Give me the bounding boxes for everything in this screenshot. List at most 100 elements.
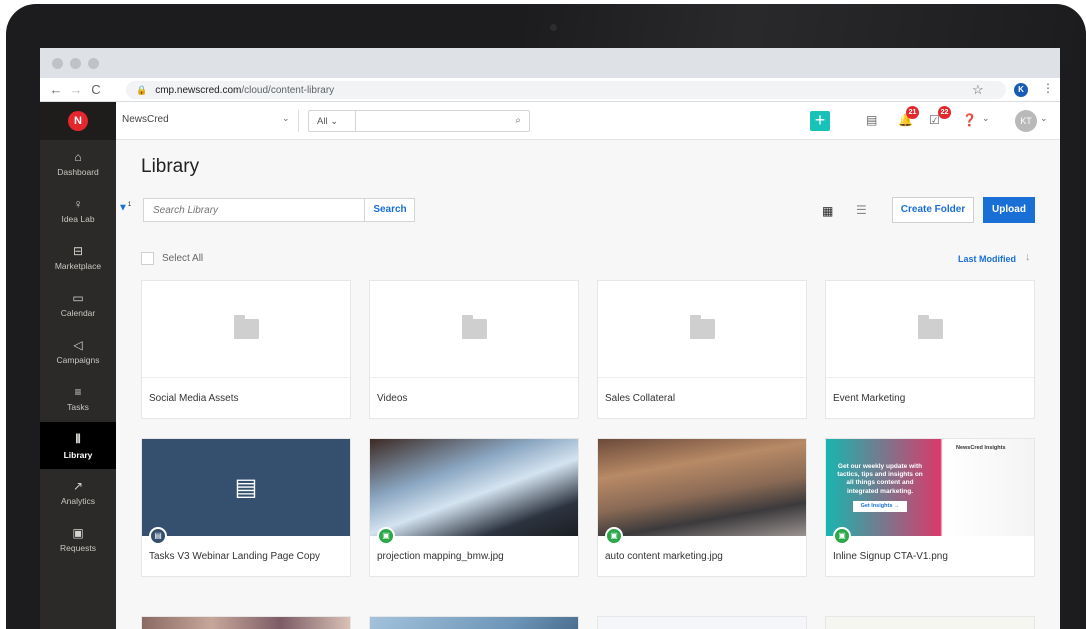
sidebar-item-label: Analytics <box>60 496 95 506</box>
device-frame: ← → C 🔒 cmp.newscred.com/cloud/content-l… <box>0 0 1086 629</box>
sidebar-item-library[interactable]: ⫴ Library <box>40 422 116 469</box>
window-zoom-button[interactable] <box>88 58 99 69</box>
asset-card[interactable] <box>369 616 579 629</box>
url-path: /cloud/content-library <box>241 84 335 96</box>
asset-card[interactable]: ▤ ▤ Tasks V3 Webinar Landing Page Copy <box>141 438 351 577</box>
folder-thumbnail <box>370 281 578 378</box>
sidebar-item-label: Tasks <box>67 402 89 412</box>
asset-thumbnail <box>598 439 806 536</box>
image-type-icon: ▣ <box>377 527 395 545</box>
reload-icon[interactable]: C <box>86 82 106 97</box>
promo-cta: Get Insights → <box>853 501 907 513</box>
search-button[interactable]: Search <box>366 199 414 221</box>
sidebar-item-calendar[interactable]: ▭ Calendar <box>40 281 116 328</box>
asset-card[interactable]: ▣ projection mapping_bmw.jpg <box>369 438 579 577</box>
asset-name: auto content marketing.jpg <box>605 551 723 562</box>
upload-button[interactable]: Upload <box>983 197 1035 223</box>
asset-card[interactable] <box>825 616 1035 629</box>
notifications-badge: 21 <box>906 106 919 119</box>
filter-icon[interactable]: ▼1 <box>118 202 131 213</box>
asset-name: projection mapping_bmw.jpg <box>377 551 504 562</box>
forward-icon[interactable]: → <box>66 82 86 97</box>
tasks-badge: 22 <box>938 106 951 119</box>
sidebar-item-label: Marketplace <box>54 261 102 271</box>
address-bar[interactable]: 🔒 cmp.newscred.com/cloud/content-library <box>126 81 1006 99</box>
global-search[interactable]: All ⌄ ⌕ <box>308 110 530 132</box>
help-icon[interactable]: ❓ <box>962 113 977 127</box>
sidebar-item-label: Calendar <box>60 308 96 318</box>
library-icon: ⫴ <box>75 431 81 446</box>
search-input[interactable] <box>144 199 365 221</box>
url-host: cmp.newscred.com <box>155 84 242 96</box>
create-folder-button[interactable]: Create Folder <box>892 197 974 223</box>
sidebar-item-analytics[interactable]: ↗ Analytics <box>40 469 116 516</box>
window-minimize-button[interactable] <box>70 58 81 69</box>
asset-thumbnail: Get our weekly update with tactics, tips… <box>826 439 1034 536</box>
sort-select[interactable]: Last Modified <box>958 254 1016 264</box>
document-icon[interactable]: ▤ <box>866 113 877 127</box>
folder-icon <box>689 315 715 339</box>
asset-name: Tasks V3 Webinar Landing Page Copy <box>149 551 321 562</box>
request-icon: ▣ <box>72 526 84 540</box>
browser-menu-icon[interactable]: ⋮ <box>1042 81 1054 95</box>
sidebar-item-label: Idea Lab <box>61 214 95 224</box>
folder-name: Event Marketing <box>833 393 906 404</box>
sidebar-item-requests[interactable]: ▣ Requests <box>40 516 116 563</box>
article-type-icon: ▤ <box>149 527 167 545</box>
app: N ⌂ Dashboard ♀ Idea Lab ⊟ Marketplace ▭ Calend… <box>40 102 1060 629</box>
search-scope-select[interactable]: All ⌄ <box>317 116 338 127</box>
chevron-down-icon[interactable]: ⌄ <box>1040 113 1048 124</box>
promo-headline: Get our weekly update with tactics, tips… <box>826 463 934 513</box>
folder-card[interactable]: Videos <box>369 280 579 419</box>
browser-profile-avatar[interactable]: K <box>1014 83 1028 97</box>
store-icon: ⊟ <box>72 244 84 258</box>
lock-icon: 🔒 <box>136 84 148 95</box>
folder-name: Videos <box>377 393 408 404</box>
folder-card[interactable]: Sales Collateral <box>597 280 807 419</box>
select-all-checkbox[interactable] <box>141 252 154 265</box>
folder-thumbnail <box>598 281 806 378</box>
grid-view-icon[interactable]: ▦ <box>822 204 833 218</box>
asset-name: Inline Signup CTA-V1.png <box>833 551 948 562</box>
sidebar-item-dashboard[interactable]: ⌂ Dashboard <box>40 140 116 187</box>
sidebar-item-campaigns[interactable]: ◁ Campaigns <box>40 328 116 375</box>
bookmark-star-icon[interactable]: ☆ <box>972 82 984 98</box>
folder-name: Social Media Assets <box>149 393 239 404</box>
article-icon: ▤ <box>234 474 258 501</box>
divider <box>298 110 299 132</box>
asset-card[interactable]: ▣ auto content marketing.jpg <box>597 438 807 577</box>
topbar: NewsCred ⌄ All ⌄ ⌕ + ▤ 🔔 21 ☑ 22 ❓ ⌄ KT … <box>116 102 1060 140</box>
chevron-down-icon[interactable]: ⌄ <box>282 113 290 124</box>
image-type-icon: ▣ <box>833 527 851 545</box>
sort-arrow-icon[interactable]: ↓ <box>1025 251 1031 263</box>
workspace-selector[interactable]: NewsCred <box>122 114 169 125</box>
back-icon[interactable]: ← <box>46 82 66 97</box>
sidebar-item-idea-lab[interactable]: ♀ Idea Lab <box>40 187 116 234</box>
folder-thumbnail <box>826 281 1034 378</box>
divider <box>355 111 356 131</box>
avatar[interactable]: KT <box>1015 110 1037 132</box>
list-view-icon[interactable]: ☰ <box>856 203 867 217</box>
folder-card[interactable]: Event Marketing <box>825 280 1035 419</box>
sidebar-item-marketplace[interactable]: ⊟ Marketplace <box>40 234 116 281</box>
folder-icon <box>917 315 943 339</box>
search-icon[interactable]: ⌕ <box>515 115 521 126</box>
select-all[interactable]: Select All <box>141 252 203 265</box>
screen: ← → C 🔒 cmp.newscred.com/cloud/content-l… <box>40 48 1060 629</box>
sidebar-item-tasks[interactable]: ≡ Tasks <box>40 375 116 422</box>
sidebar-item-label: Library <box>63 449 93 460</box>
promo-brand: NewsCred Insights <box>956 445 1006 451</box>
folder-icon <box>233 315 259 339</box>
folder-card[interactable]: Social Media Assets <box>141 280 351 419</box>
sidebar-item-label: Dashboard <box>57 167 99 177</box>
asset-card[interactable]: Get our weekly update with tactics, tips… <box>825 438 1035 577</box>
window-close-button[interactable] <box>52 58 63 69</box>
browser-toolbar: ← → C 🔒 cmp.newscred.com/cloud/content-l… <box>40 78 1060 102</box>
asset-card[interactable] <box>597 616 807 629</box>
asset-thumbnail: ▤ <box>142 439 350 536</box>
create-button[interactable]: + <box>810 111 830 131</box>
asset-card[interactable] <box>141 616 351 629</box>
chevron-down-icon[interactable]: ⌄ <box>982 113 990 124</box>
camera-dot <box>550 24 557 31</box>
newscred-logo[interactable]: N <box>40 102 116 140</box>
